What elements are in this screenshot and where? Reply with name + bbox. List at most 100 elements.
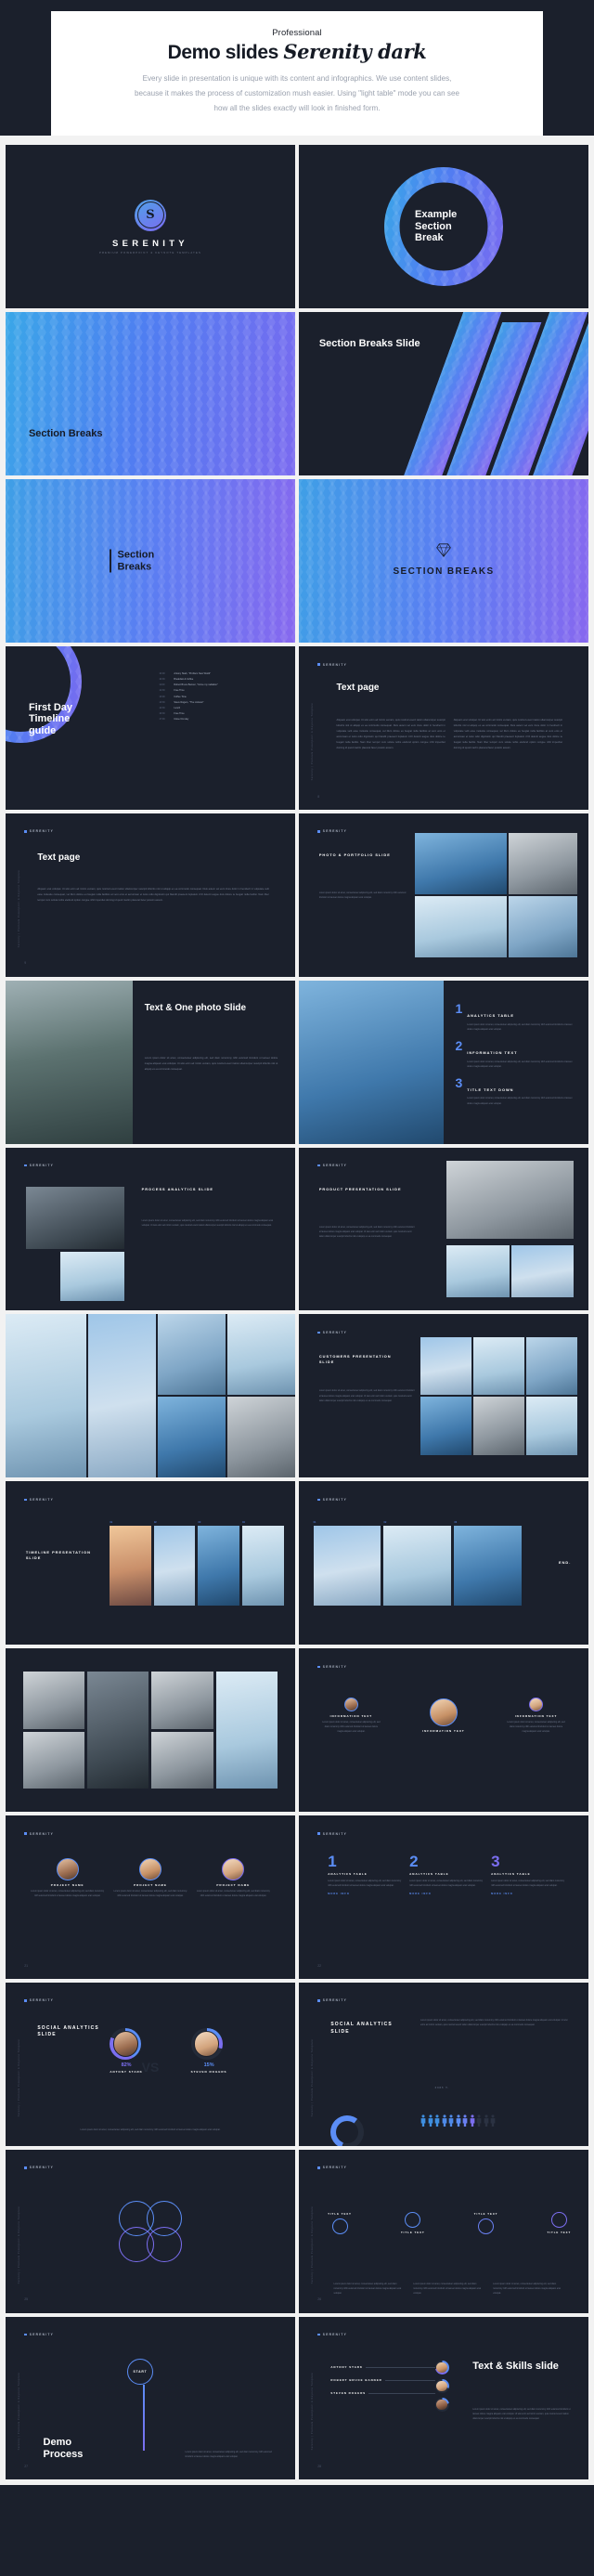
photo-tile[interactable] — [87, 1671, 149, 1789]
photo-tile[interactable] — [472, 1337, 524, 1396]
step-circle[interactable] — [405, 2211, 421, 2228]
stat-value: 15% — [203, 2062, 214, 2069]
slide-text-one-photo[interactable]: Text & One photo Slide Lorem ipsum dolor… — [6, 980, 295, 1144]
photo-tile[interactable] — [110, 1525, 151, 1606]
slide-timeline-end[interactable]: SERENITY 01 02 03 END. — [299, 1481, 588, 1646]
photo-bottom[interactable] — [60, 1252, 124, 1301]
photo-tile[interactable] — [153, 1525, 196, 1606]
slide-section-breaks-rule[interactable]: Section Breaks — [6, 479, 295, 644]
slide-product-presentation[interactable]: SERENITY PRODUCT PRESENTATION SLIDE Lore… — [299, 1147, 588, 1311]
step-circle[interactable] — [550, 2211, 567, 2228]
venn-circle[interactable] — [147, 2226, 182, 2262]
photo-tile[interactable] — [151, 1731, 213, 1789]
more-info-link[interactable]: MORE INFO — [491, 1893, 565, 1896]
slide-venn-circles[interactable]: SERENITY Serenity | Premium Powerpoint &… — [6, 2149, 295, 2313]
more-info-link[interactable]: MORE INFO — [409, 1893, 484, 1896]
slide-numbers-analytics[interactable]: SERENITY 1 ANALYTICS TABLE Lorem ipsum d… — [299, 1815, 588, 1979]
avatar[interactable] — [138, 1857, 161, 1880]
avatar[interactable] — [343, 1697, 358, 1711]
body-col-right: Aliquam erat volutpat. Ut wisi enim ad m… — [453, 719, 562, 750]
intro-description: Every slide in presentation is unique wi… — [135, 74, 459, 112]
stat-number: 1 — [328, 1853, 337, 1871]
slide-title-logo[interactable]: S SERENITY PREMIUM POWERPOINT & KEYNOTE … — [6, 145, 295, 309]
photo-tile[interactable] — [454, 1525, 523, 1606]
start-label: START — [133, 2370, 148, 2374]
more-info-link[interactable]: MORE INFO — [328, 1893, 402, 1896]
photo-tile[interactable] — [420, 1337, 471, 1396]
avatar[interactable] — [222, 1857, 245, 1880]
slide-project-team[interactable]: SERENITY PROJECT NAME Lorem ipsum dolor … — [6, 1815, 295, 1979]
photo-tile[interactable] — [446, 1245, 510, 1298]
side-rail-label: Serenity | Premium Powerpoint & Keynote … — [311, 2373, 315, 2451]
slide-text-page-wide[interactable]: SERENITY Serenity | Premium Powerpoint &… — [6, 813, 295, 977]
slide-customers-presentation[interactable]: SERENITY CUSTOMERS PRESENTATION SLIDE Lo… — [299, 1314, 588, 1478]
photo-tile[interactable] — [383, 1525, 452, 1606]
photo-tile[interactable] — [151, 1671, 213, 1729]
start-circle[interactable]: START — [127, 2359, 154, 2386]
project-name: PROJECT NAME — [134, 1883, 167, 1888]
photo-tile[interactable] — [158, 1397, 226, 1478]
slide-steps-circles[interactable]: SERENITY Serenity | Premium Powerpoint &… — [299, 2149, 588, 2313]
photo-tile[interactable] — [22, 1671, 85, 1729]
photo-tile[interactable] — [227, 1397, 295, 1478]
slide-first-day-timeline[interactable]: First Day Timeline guide 10:00 Antony Sta… — [6, 646, 295, 810]
slide-title: Text & Skills slide — [472, 2361, 559, 2373]
side-rail-label: Serenity | Premium Powerpoint & Keynote … — [18, 2205, 21, 2283]
timeline-year: 03 — [454, 1520, 458, 1524]
timeline-year: 04 — [241, 1520, 245, 1524]
avatar[interactable] — [112, 2031, 139, 2057]
slide-section-breaks-slide[interactable]: Section Breaks Slide — [299, 312, 588, 476]
slide-photo-portfolio[interactable]: SERENITY PHOTO & PORTFOLIO SLIDE Lorem i… — [299, 813, 588, 977]
photo-tile[interactable] — [510, 1245, 575, 1298]
timeline-time: 17:30 — [159, 717, 165, 721]
slide-text-skills[interactable]: SERENITY Serenity | Premium Powerpoint &… — [299, 2316, 588, 2480]
photo-tile[interactable] — [420, 1397, 471, 1455]
photo-tile[interactable] — [158, 1314, 226, 1396]
slide-photo-mosaic[interactable] — [6, 1648, 295, 1813]
slide-section-breaks-blue[interactable]: Section Breaks — [6, 312, 295, 476]
photo-tile[interactable] — [313, 1525, 381, 1606]
photo-tile[interactable] — [414, 895, 508, 957]
photo-tile[interactable] — [509, 895, 577, 957]
photo-tile[interactable] — [414, 832, 508, 894]
photo-top[interactable] — [25, 1186, 124, 1249]
step-circle[interactable] — [478, 2218, 495, 2235]
slide-social-analytics-people[interactable]: SERENITY Serenity | Premium Powerpoint &… — [299, 1982, 588, 2146]
photo-tile[interactable] — [525, 1337, 577, 1396]
timeline-text: Close first day — [174, 717, 189, 721]
photo-tile[interactable] — [215, 1671, 278, 1789]
slide-photo-grid[interactable] — [6, 1314, 295, 1478]
slide-demo-process[interactable]: SERENITY Serenity | Premium Powerpoint &… — [6, 2316, 295, 2480]
avatar[interactable] — [529, 1697, 544, 1711]
slide-title: Section Breaks — [28, 427, 103, 439]
photo-tile[interactable] — [525, 1397, 577, 1455]
slide-text-page-two-col[interactable]: SERENITY Serenity | Premium Powerpoint &… — [299, 646, 588, 810]
slide-example-section-break[interactable]: Example Section Break — [299, 145, 588, 309]
timeline-time: 10:00 — [159, 672, 165, 676]
step-circle[interactable] — [331, 2218, 348, 2235]
slide-social-analytics-vs[interactable]: SERENITY Serenity | Premium Powerpoint &… — [6, 1982, 295, 2146]
slide-section-breaks-diamond[interactable]: SECTION BREAKS — [299, 479, 588, 644]
logo-mark: S — [135, 199, 166, 231]
slide-team-info[interactable]: SERENITY INFORMATION TEXT Lorem ipsum do… — [299, 1648, 588, 1813]
brand-badge-label: SERENITY — [322, 1331, 348, 1335]
photo-tile[interactable] — [241, 1525, 284, 1606]
photo-main[interactable] — [299, 980, 444, 1144]
person-name: ROBERT BRUCE BANNER — [330, 2378, 382, 2382]
brand-badge-label: SERENITY — [322, 1664, 348, 1669]
slide-timeline-presentation[interactable]: SERENITY TIMELINE PRESENTATION SLIDE 01 … — [6, 1481, 295, 1646]
photo-tile[interactable] — [472, 1397, 524, 1455]
photo-top[interactable] — [446, 1160, 575, 1240]
photo-tile[interactable] — [198, 1525, 239, 1606]
photo-tile[interactable] — [509, 832, 577, 894]
avatar[interactable] — [56, 1857, 79, 1880]
photo-tile[interactable] — [22, 1731, 85, 1789]
avatar-main[interactable] — [429, 1698, 458, 1727]
slide-process-analytics[interactable]: SERENITY PROCESS ANALYTICS SLIDE Lorem i… — [6, 1147, 295, 1311]
people-chart — [420, 2114, 576, 2127]
photo-tile[interactable] — [6, 1314, 87, 1478]
slide-numbered-list[interactable]: 1 ANALYTICS TABLE Lorem ipsum dolor sit a… — [299, 980, 588, 1144]
photo-tile[interactable] — [227, 1314, 295, 1396]
photo-main[interactable] — [6, 980, 134, 1144]
photo-tile[interactable] — [88, 1314, 157, 1478]
